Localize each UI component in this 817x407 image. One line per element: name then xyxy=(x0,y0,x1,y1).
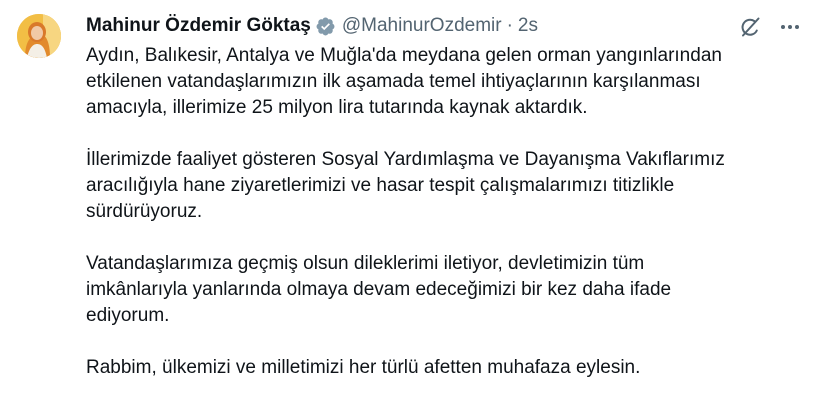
timestamp[interactable]: 2s xyxy=(518,14,538,38)
tweet: Mahinur Özdemir Göktaş @MahinurOzdemir ·… xyxy=(0,0,817,406)
text-line: amacıyla, illerimize 25 milyon lira tuta… xyxy=(86,97,588,118)
text-line: aracılığıyla hane ziyaretlerimizi ve has… xyxy=(86,175,675,196)
text-line: Rabbim, ülkemizi ve milletimizi her türl… xyxy=(86,357,641,378)
avatar-image xyxy=(17,14,61,58)
tweet-paragraph: Aydın, Balıkesir, Antalya ve Muğla'da me… xyxy=(86,43,806,121)
text-line: İllerimizde faaliyet gösteren Sosyal Yar… xyxy=(86,149,725,170)
text-line: imkânlarıyla yanlarında olmaya devam ede… xyxy=(86,279,672,300)
text-line: Aydın, Balıkesir, Antalya ve Muğla'da me… xyxy=(86,45,722,66)
text-line: Vatandaşlarımıza geçmiş olsun dileklerim… xyxy=(86,253,645,274)
tweet-paragraph: Vatandaşlarımıza geçmiş olsun dileklerim… xyxy=(86,251,806,329)
grok-icon[interactable] xyxy=(737,14,763,40)
more-icon[interactable] xyxy=(777,14,803,40)
separator-dot: · xyxy=(506,15,513,36)
display-name[interactable]: Mahinur Özdemir Göktaş xyxy=(86,14,311,38)
author-handle[interactable]: @MahinurOzdemir xyxy=(342,14,502,38)
tweet-header: Mahinur Özdemir Göktaş @MahinurOzdemir ·… xyxy=(86,14,538,38)
text-line: ediyorum. xyxy=(86,305,170,326)
verified-badge-icon xyxy=(315,16,336,37)
avatar[interactable] xyxy=(17,14,61,58)
text-line: sürdürüyoruz. xyxy=(86,201,203,222)
tweet-actions xyxy=(737,14,803,40)
tweet-text: Aydın, Balıkesir, Antalya ve Muğla'da me… xyxy=(86,43,806,407)
tweet-paragraph: Rabbim, ülkemizi ve milletimizi her türl… xyxy=(86,355,806,381)
text-line: etkilenen vatandaşlarımızın ilk aşamada … xyxy=(86,71,701,92)
tweet-paragraph: İllerimizde faaliyet gösteren Sosyal Yar… xyxy=(86,147,806,225)
